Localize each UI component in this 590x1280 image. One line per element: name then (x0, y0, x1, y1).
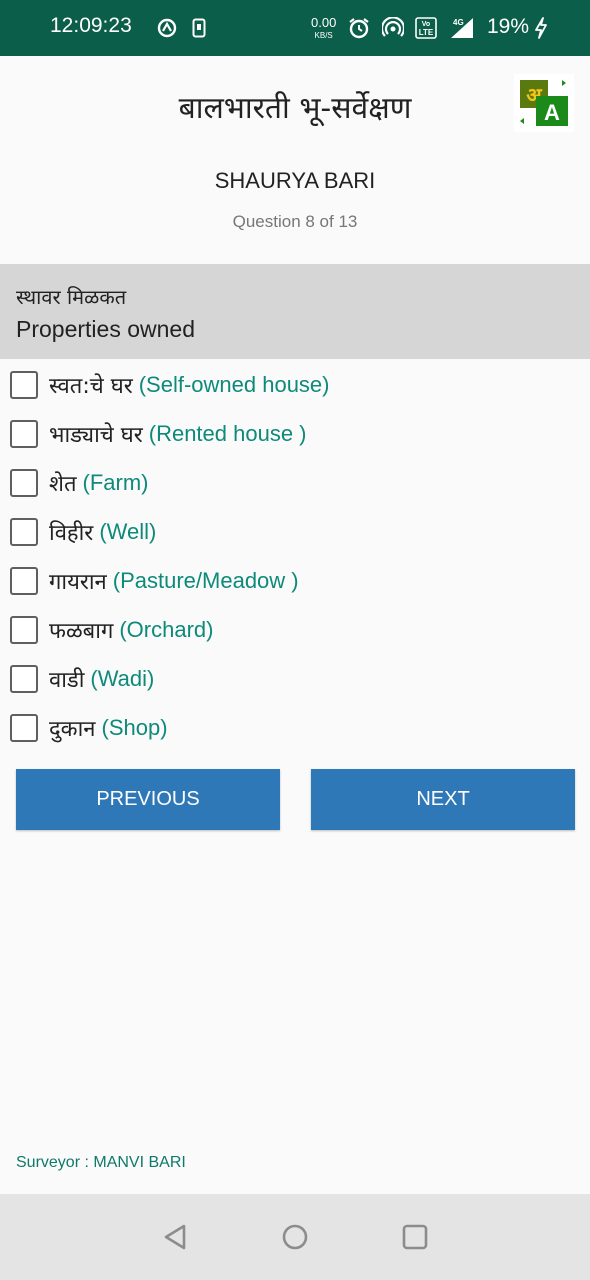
checkbox[interactable] (10, 468, 38, 497)
option-farm[interactable]: शेत (Farm) (10, 458, 580, 507)
option-label-marathi: दुकान (49, 716, 96, 742)
volte-icon: LTE Vo (414, 16, 438, 40)
next-button[interactable]: NEXT (311, 769, 575, 830)
options-list: स्वत:चे घर (Self-owned house) भाड्याचे घ… (10, 360, 580, 752)
option-label-marathi: भाड्याचे घर (49, 422, 143, 448)
question-header: स्थावर मिळकत Properties owned (0, 264, 590, 359)
translate-icon[interactable]: अ A (514, 74, 574, 132)
checkbox[interactable] (10, 370, 38, 399)
home-icon[interactable] (275, 1219, 315, 1255)
option-rented-house[interactable]: भाड्याचे घर (Rented house ) (10, 409, 580, 458)
option-label-english: (Farm) (82, 469, 149, 495)
option-label-english: (Rented house ) (148, 420, 307, 446)
option-label-marathi: विहीर (49, 520, 94, 546)
option-label-marathi: स्वत:चे घर (49, 373, 133, 399)
option-self-owned-house[interactable]: स्वत:चे घर (Self-owned house) (10, 360, 580, 409)
option-label-english: (Self-owned house) (138, 371, 330, 397)
net-speed-unit: KB/S (314, 31, 333, 40)
net-speed-value: 0.00 (311, 15, 337, 30)
option-label-english: (Wadi) (90, 665, 155, 691)
question-progress: Question 8 of 13 (232, 212, 358, 231)
option-label-english: (Shop) (101, 714, 168, 740)
signal-icon: 4G (448, 16, 476, 40)
translate-icon-latin-letter: A (544, 100, 560, 125)
navigation-bar (0, 1194, 590, 1280)
alarm-icon (347, 16, 371, 40)
charging-icon (532, 16, 550, 40)
previous-button[interactable]: PREVIOUS (16, 769, 280, 830)
question-title-marathi: स्थावर मिळकत (16, 285, 127, 309)
option-well[interactable]: विहीर (Well) (10, 507, 580, 556)
hotspot-icon (381, 16, 405, 40)
checkbox[interactable] (10, 419, 38, 448)
phone-icon (190, 16, 208, 40)
sync-icon (156, 16, 178, 40)
checkbox[interactable] (10, 566, 38, 595)
status-bar: 12:09:23 0.00 KB/S LTE Vo 4G 19% (0, 0, 590, 56)
option-label-marathi: शेत (49, 471, 77, 497)
recents-icon[interactable] (395, 1219, 435, 1255)
option-label-marathi: वाडी (49, 667, 85, 693)
option-label-marathi: गायरान (49, 569, 107, 595)
app-title: बालभारती भू-सर्वेक्षण (178, 91, 412, 126)
question-title-english: Properties owned (16, 316, 195, 342)
option-shop[interactable]: दुकान (Shop) (10, 703, 580, 752)
option-label-english: (Orchard) (119, 616, 214, 642)
checkbox[interactable] (10, 615, 38, 644)
battery-percent: 19% (487, 15, 530, 38)
checkbox[interactable] (10, 664, 38, 693)
net-speed: 0.00 KB/S (311, 15, 336, 40)
option-label-english: (Pasture/Meadow ) (112, 567, 299, 593)
respondent-name: SHAURYA BARI (214, 168, 376, 193)
svg-text:4G: 4G (453, 18, 464, 27)
checkbox[interactable] (10, 517, 38, 546)
back-icon[interactable] (155, 1219, 195, 1255)
svg-text:Vo: Vo (422, 21, 430, 28)
option-pasture[interactable]: गायरान (Pasture/Meadow ) (10, 556, 580, 605)
svg-text:LTE: LTE (419, 28, 434, 37)
surveyor-label: Surveyor : MANVI BARI (16, 1154, 186, 1171)
checkbox[interactable] (10, 713, 38, 742)
option-label-marathi: फळबाग (49, 618, 114, 644)
option-label-english: (Well) (99, 518, 157, 544)
option-orchard[interactable]: फळबाग (Orchard) (10, 605, 580, 654)
status-time: 12:09:23 (50, 14, 132, 37)
option-wadi[interactable]: वाडी (Wadi) (10, 654, 580, 703)
